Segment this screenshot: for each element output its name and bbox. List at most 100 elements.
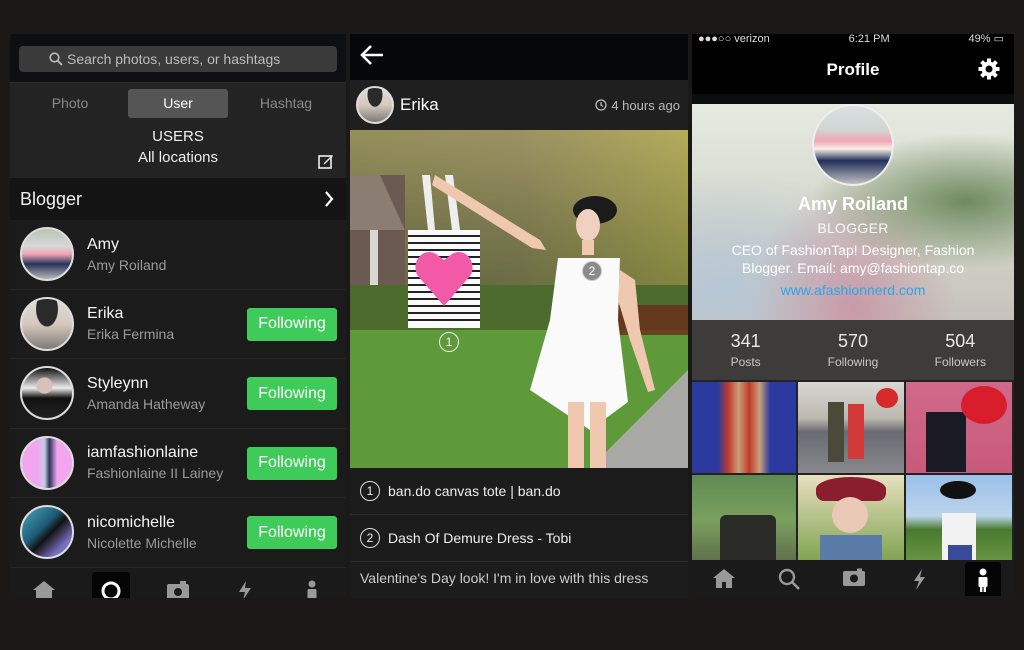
profile-bio: CEO of FashionTap! Designer, Fashion Blo… — [731, 242, 975, 276]
user-handle: Erika — [87, 305, 124, 323]
gear-icon[interactable] — [978, 58, 1000, 80]
post-author-name[interactable]: Erika — [400, 95, 595, 115]
tab-camera[interactable] — [159, 572, 197, 598]
tab-bar — [692, 560, 1014, 598]
profile-screen: ●●●○○ verizon 6:21 PM 49% ▭ Profile Amy … — [692, 34, 1014, 598]
user-fullname: Erika Fermina — [87, 326, 175, 343]
tab-profile[interactable] — [964, 562, 1001, 596]
tag-pin-2[interactable]: 2 — [582, 261, 602, 281]
following-button[interactable]: Following — [247, 307, 337, 341]
category-label: Blogger — [20, 188, 83, 209]
grid-photo[interactable] — [798, 382, 904, 473]
category-row[interactable]: Blogger — [10, 178, 346, 220]
avatar — [20, 505, 74, 560]
search-screen: Photo User Hashtag USERS All locations B… — [10, 34, 346, 598]
edit-icon[interactable] — [318, 153, 334, 169]
user-row[interactable]: nicomichelle Nicolette Michelle Following — [10, 498, 346, 568]
grid-photo[interactable] — [798, 475, 904, 566]
filter-panel: Photo User Hashtag USERS All locations — [10, 82, 346, 178]
tag-pin-1[interactable]: 1 — [439, 332, 459, 352]
stat-value: 570 — [837, 331, 868, 351]
user-row[interactable]: Erika Erika Fermina Following — [10, 289, 346, 359]
profile-header: Amy Roiland BLOGGER CEO of FashionTap! D… — [692, 104, 1014, 320]
tab-search[interactable] — [91, 572, 130, 598]
segment-photo[interactable]: Photo — [20, 89, 120, 118]
page-title: Profile — [826, 60, 880, 79]
grid-photo[interactable] — [906, 475, 1012, 566]
person-icon — [978, 568, 988, 592]
camera-icon — [166, 581, 189, 598]
tab-home[interactable] — [705, 562, 743, 596]
avatar — [20, 366, 74, 421]
back-arrow-icon[interactable] — [360, 44, 384, 66]
user-fullname: Amy Roiland — [87, 256, 167, 273]
status-bar: ●●●○○ verizon 6:21 PM 49% ▭ — [692, 34, 1014, 46]
profile-website-link[interactable]: www.afashionnerd.com — [692, 282, 1014, 298]
avatar — [20, 296, 74, 351]
home-icon — [713, 569, 736, 588]
clock-icon — [595, 99, 607, 111]
users-header: USERS All locations — [10, 126, 346, 168]
clock: 6:21 PM — [848, 34, 890, 45]
user-row[interactable]: iamfashionlaine Fashionlaine II Lainey Fo… — [10, 428, 346, 498]
user-fullname: Fashionlaine II Lainey — [87, 465, 224, 482]
user-row[interactable]: Styleynn Amanda Hatheway Following — [10, 359, 346, 429]
stat-value: 504 — [945, 331, 976, 351]
stat-followers[interactable]: 504 Followers — [915, 331, 1005, 369]
segment-hashtag[interactable]: Hashtag — [236, 89, 336, 118]
following-button[interactable]: Following — [247, 516, 337, 549]
post-author-avatar[interactable] — [356, 86, 394, 124]
profile-avatar[interactable] — [812, 104, 894, 186]
stat-following[interactable]: 570 Following — [808, 331, 898, 369]
profile-name: Amy Roiland — [797, 194, 908, 214]
user-handle: iamfashionlaine — [87, 444, 199, 462]
tab-home[interactable] — [25, 572, 63, 598]
profile-role: BLOGGER — [817, 220, 889, 236]
post-photo[interactable]: 1 2 — [350, 130, 688, 468]
user-fullname: Amanda Hatheway — [87, 395, 206, 412]
photo-grid — [692, 380, 1014, 566]
following-button[interactable]: Following — [247, 446, 337, 480]
segment-user[interactable]: User — [128, 89, 228, 118]
search-field[interactable] — [19, 46, 337, 72]
tab-camera[interactable] — [835, 562, 873, 596]
tab-search[interactable] — [770, 562, 808, 596]
avatar — [20, 227, 74, 282]
camera-icon — [842, 568, 865, 586]
user-row[interactable]: Amy Amy Roiland — [10, 220, 346, 290]
tab-activity[interactable] — [226, 572, 264, 598]
post-screen: Erika 4 hours ago 1 2 1 ban.do canvas to… — [350, 34, 688, 598]
product-tag-label: ban.do canvas tote | ban.do — [388, 483, 561, 499]
home-icon — [32, 581, 55, 598]
stat-label: Following — [827, 355, 879, 369]
tag-number: 2 — [360, 528, 380, 548]
stat-label: Followers — [934, 355, 986, 369]
user-handle: Amy — [87, 235, 119, 253]
grid-photo[interactable] — [692, 475, 796, 566]
profile-stats: 341 Posts 570 Following 504 Followers — [692, 320, 1014, 380]
post-photo-image — [350, 130, 688, 468]
product-tag-row[interactable]: 1 ban.do canvas tote | ban.do — [350, 468, 688, 515]
grid-photo[interactable] — [692, 382, 796, 473]
search-icon — [49, 52, 63, 66]
search-input[interactable] — [67, 51, 327, 67]
post-caption: Valentine's Day look! I'm in love with t… — [350, 562, 688, 598]
location-label: All locations — [137, 149, 219, 166]
tab-profile[interactable] — [293, 572, 331, 598]
lightning-icon — [239, 581, 252, 598]
post-timestamp: 4 hours ago — [595, 98, 680, 113]
battery: 49% ▭ — [968, 34, 1004, 45]
carrier: ●●●○○ verizon — [698, 34, 770, 45]
user-handle: Styleynn — [87, 374, 149, 392]
search-bar-area — [10, 34, 346, 82]
profile-nav-bar: Profile — [692, 46, 1014, 94]
grid-photo[interactable] — [906, 382, 1012, 473]
stat-posts[interactable]: 341 Posts — [701, 331, 791, 369]
following-button[interactable]: Following — [247, 377, 337, 410]
user-handle: nicomichelle — [87, 513, 176, 531]
post-nav-bar — [350, 34, 688, 80]
product-tag-row[interactable]: 2 Dash Of Demure Dress - Tobi — [350, 515, 688, 562]
tab-activity[interactable] — [900, 562, 938, 596]
stat-value: 341 — [730, 331, 761, 351]
segment-control: Photo User Hashtag — [10, 83, 346, 118]
